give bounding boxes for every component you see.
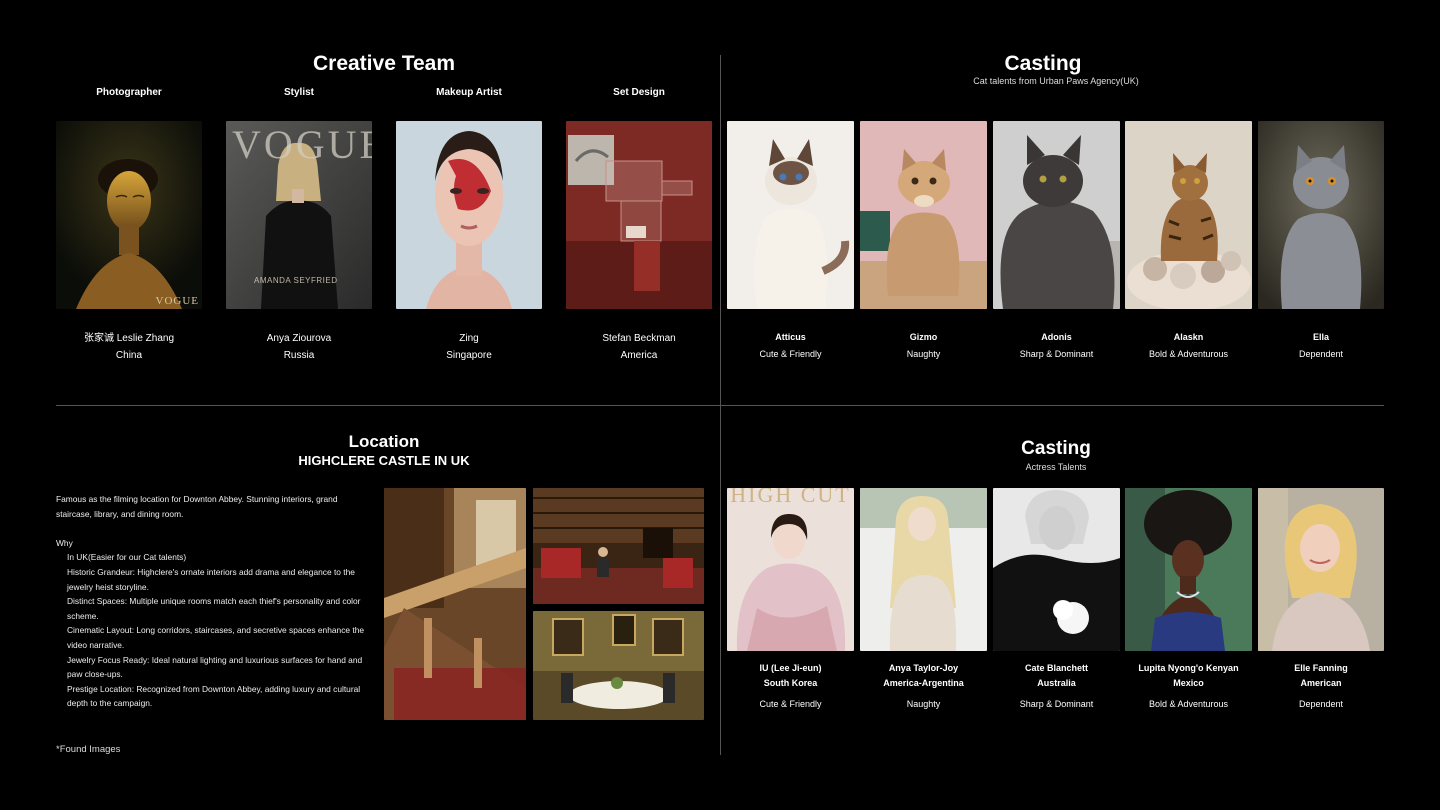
actress-photo-anya: [860, 488, 987, 651]
actress-name: Cate Blanchett: [1024, 663, 1088, 673]
casting-cats-subtitle: Cat talents from Urban Paws Agency(UK): [973, 76, 1139, 86]
actress-trait: Dependent: [1298, 699, 1344, 709]
photographer-info: 张家诚 Leslie Zhang China: [56, 330, 202, 364]
actress-country: America-Argentina: [883, 678, 964, 688]
vogue-masthead: VOGUE: [232, 122, 372, 167]
magazine-masthead: HIGH CUT: [730, 488, 851, 507]
makeup-artist-name: Zing: [459, 333, 479, 344]
stylist-photo: VOGUE AMANDA SEYFRIED: [226, 121, 372, 309]
staircase-photo: [384, 488, 526, 720]
cat-photo-alaskn: [1125, 121, 1252, 309]
actress-info-anya: Anya Taylor-Joy America-Argentina Naught…: [860, 661, 987, 712]
cover-name-overlay: AMANDA SEYFRIED: [254, 276, 338, 285]
cat-info-ella: Ella Dependent: [1258, 329, 1384, 363]
stylist-name: Anya Ziourova: [266, 333, 332, 344]
cat-info-atticus: Atticus Cute & Friendly: [727, 329, 854, 363]
actress-photo-cate: [993, 488, 1120, 651]
location-intro: Famous as the filming location for Downt…: [56, 494, 338, 519]
role-makeup-artist: Makeup Artist: [436, 87, 502, 98]
actress-photo-elle: [1258, 488, 1384, 651]
vogue-overlay: VOGUE: [155, 295, 199, 307]
actress-trait: Cute & Friendly: [759, 699, 822, 709]
makeup-artist-info: Zing Singapore: [396, 330, 542, 364]
stylist-info: Anya Ziourova Russia: [226, 330, 372, 364]
cat-trait: Dependent: [1298, 349, 1344, 359]
actress-info-lupita: Lupita Nyong'o Kenyan Mexico Bold & Adve…: [1125, 661, 1252, 712]
reason-item: Prestige Location: Recognized from Downt…: [67, 683, 361, 709]
cat-photo-atticus: [727, 121, 854, 309]
cat-name: Atticus: [775, 332, 806, 342]
actress-trait: Naughty: [906, 699, 941, 709]
reason-item: Cinematic Layout: Long corridors, stairc…: [67, 625, 365, 650]
actress-info-cate: Cate Blanchett Australia Sharp & Dominan…: [993, 661, 1120, 712]
casting-cats-title: Casting: [1004, 52, 1082, 75]
found-images-note: *Found Images: [56, 744, 121, 755]
makeup-artist-country: Singapore: [446, 350, 492, 361]
dining-room-photo: [533, 611, 704, 720]
cat-info-gizmo: Gizmo Naughty: [860, 329, 987, 363]
actress-country: Australia: [1037, 678, 1076, 688]
actress-country: Mexico: [1173, 678, 1204, 688]
cat-info-alaskn: Alaskn Bold & Adventurous: [1125, 329, 1252, 363]
cat-trait: Cute & Friendly: [759, 349, 822, 359]
actress-name: IU (Lee Ji-eun): [759, 663, 822, 673]
horizontal-divider: [56, 405, 1384, 406]
actress-trait: Sharp & Dominant: [1019, 699, 1094, 709]
actress-trait: Bold & Adventurous: [1148, 699, 1229, 709]
cat-trait: Bold & Adventurous: [1148, 349, 1229, 359]
location-description: Famous as the filming location for Downt…: [56, 492, 374, 711]
cat-name: Ella: [1312, 332, 1329, 342]
role-photographer: Photographer: [96, 87, 162, 98]
cat-name: Gizmo: [909, 332, 938, 342]
why-label: Why: [56, 537, 73, 548]
actress-info-elle: Elle Fanning American Dependent: [1258, 661, 1384, 712]
set-designer-country: America: [620, 350, 658, 361]
location-subtitle: HIGHCLERE CASTLE IN UK: [298, 453, 470, 468]
casting-actress-title: Casting: [1021, 438, 1091, 459]
actress-photo-lupita: [1125, 488, 1252, 651]
actress-info-iu: IU (Lee Ji-eun) South Korea Cute & Frien…: [727, 661, 854, 712]
cat-name: Alaskn: [1173, 332, 1204, 342]
casting-actress-subtitle: Actress Talents: [1025, 462, 1087, 472]
role-set-design: Set Design: [613, 87, 665, 98]
actress-photo-iu: HIGH CUT: [727, 488, 854, 651]
actress-country: South Korea: [763, 678, 818, 688]
set-design-photo: [566, 121, 712, 309]
cat-trait: Naughty: [906, 349, 941, 359]
library-photo: [533, 488, 704, 604]
location-title: Location: [348, 432, 420, 451]
reason-item: Jewelry Focus Ready: Ideal natural light…: [67, 654, 363, 680]
actress-name: Elle Fanning: [1294, 663, 1348, 673]
cat-info-adonis: Adonis Sharp & Dominant: [993, 329, 1120, 363]
reason-item: Distinct Spaces: Multiple unique rooms m…: [67, 596, 361, 621]
role-stylist: Stylist: [283, 87, 314, 98]
makeup-artist-photo: [396, 121, 542, 309]
cat-trait: Sharp & Dominant: [1019, 349, 1094, 359]
set-designer-name: Stefan Beckman: [602, 333, 676, 344]
stylist-country: Russia: [283, 350, 315, 361]
cat-photo-gizmo: [860, 121, 987, 309]
actress-country: American: [1300, 678, 1342, 688]
photographer-country: China: [115, 350, 143, 361]
actress-name: Anya Taylor-Joy: [888, 663, 959, 673]
photographer-photo: VOGUE: [56, 121, 202, 309]
creative-team-title: Creative Team: [312, 52, 456, 75]
cat-photo-ella: [1258, 121, 1384, 309]
photographer-name: 张家诚 Leslie Zhang: [83, 333, 175, 344]
cat-name: Adonis: [1041, 332, 1072, 342]
reason-item: In UK(Easier for our Cat talents): [67, 552, 187, 563]
cat-photo-adonis: [993, 121, 1120, 309]
set-design-info: Stefan Beckman America: [566, 330, 712, 364]
actress-name: Lupita Nyong'o Kenyan: [1138, 663, 1239, 673]
reason-item: Historic Grandeur: Highclere's ornate in…: [67, 566, 355, 592]
